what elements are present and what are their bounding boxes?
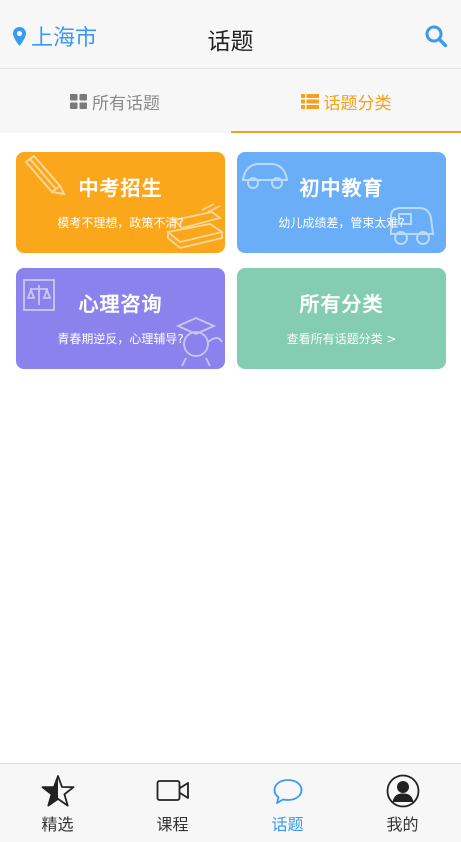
nav-courses-label: 课程 — [156, 815, 189, 834]
tab-all-topics-label: 所有话题 — [92, 93, 160, 114]
nav-profile[interactable]: 我的 — [345, 764, 460, 842]
active-tab-indicator — [231, 131, 461, 133]
star-icon — [41, 775, 74, 807]
video-icon — [156, 780, 189, 801]
search-icon[interactable] — [424, 24, 448, 48]
location-label: 上海市 — [31, 26, 98, 51]
category-card-all[interactable]: 所有分类 查看所有话题分类 > — [237, 268, 446, 369]
tab-topic-categories-label: 话题分类 — [323, 93, 392, 114]
category-title: 初中教育 — [299, 176, 384, 200]
tab-topic-categories[interactable]: 话题分类 — [231, 69, 461, 133]
category-card-junior-high[interactable]: 初中教育 幼儿成绩差，管束太难? — [237, 152, 446, 253]
bottom-navigation: 精选 课程 话题 我的 — [0, 763, 461, 842]
nav-profile-label: 我的 — [386, 815, 419, 834]
category-title: 心理咨询 — [78, 292, 163, 316]
tab-all-topics[interactable]: 所有话题 — [0, 69, 230, 133]
nav-topics[interactable]: 话题 — [230, 764, 345, 842]
category-title: 中考招生 — [78, 176, 163, 200]
category-card-exam[interactable]: 中考招生 模考不理想，政策不清? — [16, 152, 225, 253]
chat-bubble-icon — [273, 779, 302, 804]
nav-courses[interactable]: 课程 — [115, 764, 230, 842]
category-subtitle: 模考不理想，政策不清? — [57, 216, 184, 230]
grid-icon — [70, 93, 87, 109]
category-subtitle: 青春期逆反，心理辅导? — [57, 332, 184, 346]
nav-featured-label: 精选 — [41, 815, 74, 834]
category-card-psychology[interactable]: 心理咨询 青春期逆反，心理辅导? — [16, 268, 225, 369]
category-title: 所有分类 — [299, 292, 384, 316]
nav-featured[interactable]: 精选 — [0, 764, 115, 842]
list-icon — [300, 93, 319, 109]
category-subtitle: 查看所有话题分类 > — [286, 332, 397, 346]
location-selector[interactable]: 上海市 — [13, 22, 98, 51]
topic-tabs: 所有话题 话题分类 — [0, 69, 461, 133]
location-pin-icon — [13, 26, 26, 46]
top-bar: 上海市 话题 — [0, 0, 461, 69]
user-icon — [386, 774, 419, 808]
category-subtitle: 幼儿成绩差，管束太难? — [278, 216, 405, 230]
nav-topics-label: 话题 — [271, 815, 304, 834]
